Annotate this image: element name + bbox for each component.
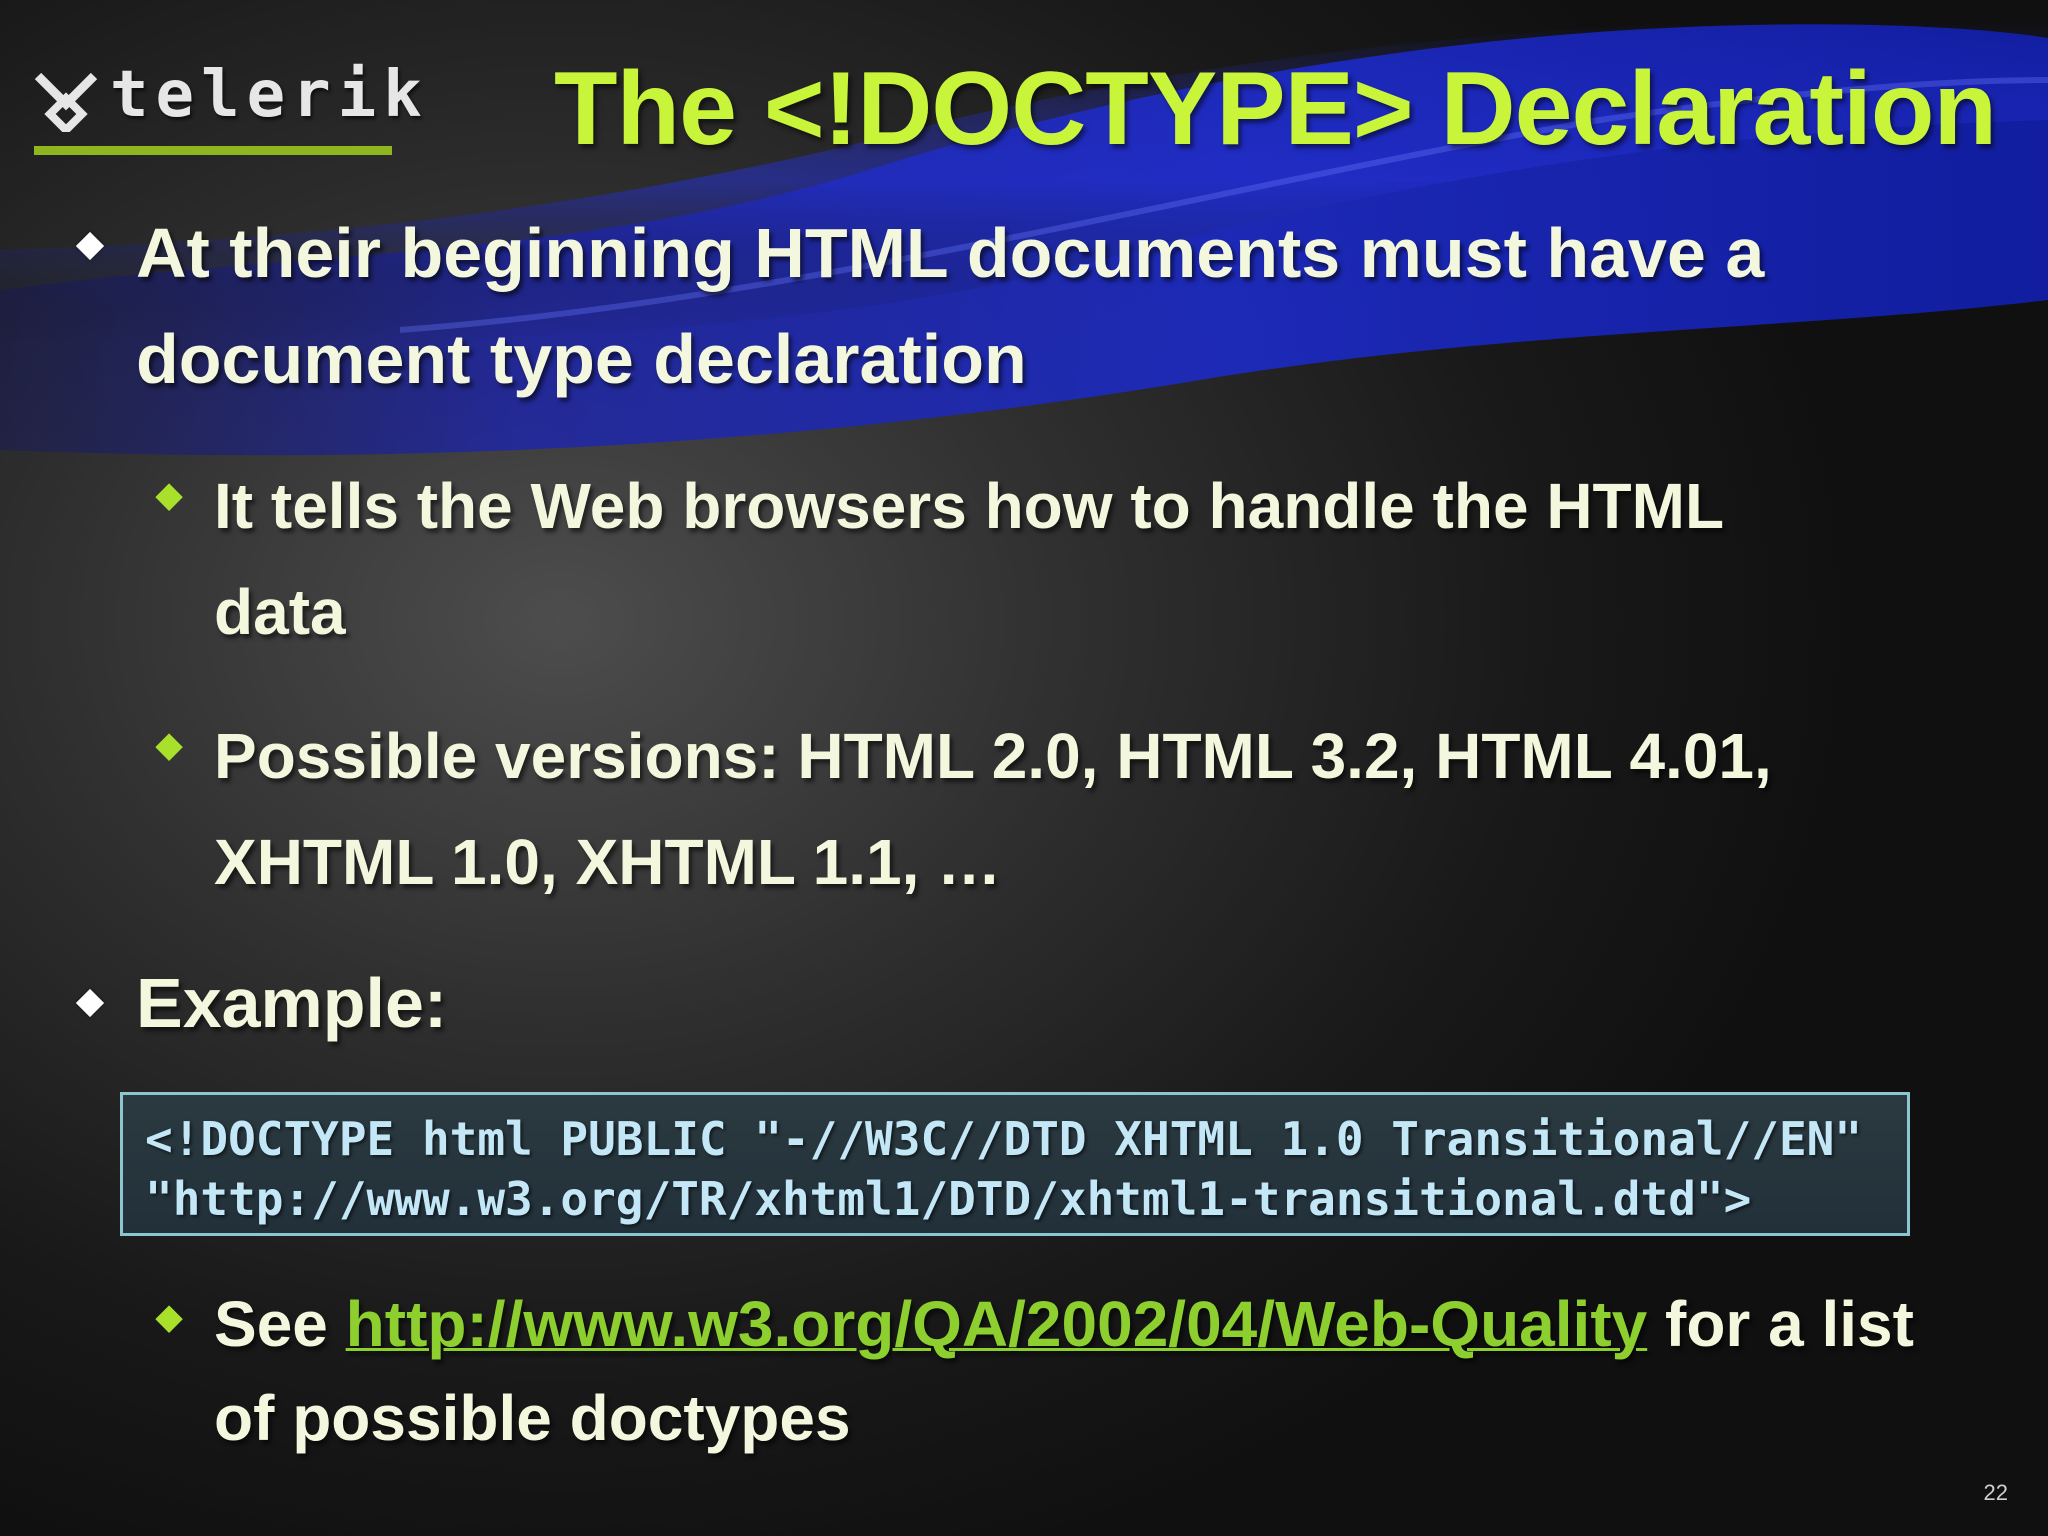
sub-bullet-diamond-icon: ◆ bbox=[156, 1298, 183, 1336]
logo-underline bbox=[34, 146, 392, 155]
sub-bullet-text: XHTML 1.0, XHTML 1.1, … bbox=[214, 826, 1002, 898]
sub-bullet-text: of possible doctypes bbox=[214, 1382, 851, 1454]
see-text: See bbox=[214, 1288, 346, 1360]
sub-bullet-text: See http://www.w3.org/QA/2002/04/Web-Qua… bbox=[214, 1270, 1914, 1378]
slide-title: The <!DOCTYPE> Declaration bbox=[554, 51, 1997, 167]
w3-quality-link[interactable]: http://www.w3.org/QA/2002/04/Web-Quality bbox=[346, 1288, 1648, 1360]
telerik-logo: telerik bbox=[34, 58, 422, 158]
code-example-box: <!DOCTYPE html PUBLIC "-//W3C//DTD XHTML… bbox=[120, 1092, 1910, 1236]
sub-bullet-diamond-icon: ◆ bbox=[156, 726, 183, 764]
page-number: 22 bbox=[1983, 1480, 2008, 1505]
logo-wordmark: telerik bbox=[110, 58, 429, 132]
sub-bullet-text: data bbox=[214, 576, 346, 648]
sub-bullet-text: Possible versions: HTML 2.0, HTML 3.2, H… bbox=[214, 720, 1772, 792]
sub-bullet-text: It tells the Web browsers how to handle … bbox=[214, 470, 1725, 542]
code-line: <!DOCTYPE html PUBLIC "-//W3C//DTD XHTML… bbox=[145, 1112, 1863, 1166]
bullet-text: At their beginning HTML documents must h… bbox=[136, 214, 1765, 292]
code-line: "http://www.w3.org/TR/xhtml1/DTD/xhtml1-… bbox=[145, 1172, 1752, 1226]
for-a-list-text: for a list bbox=[1647, 1288, 1914, 1360]
bullet-text: document type declaration bbox=[136, 320, 1027, 398]
bullet-text: Example: bbox=[136, 964, 448, 1042]
telerik-logo-icon bbox=[34, 72, 98, 132]
sub-bullet-diamond-icon: ◆ bbox=[156, 476, 183, 514]
